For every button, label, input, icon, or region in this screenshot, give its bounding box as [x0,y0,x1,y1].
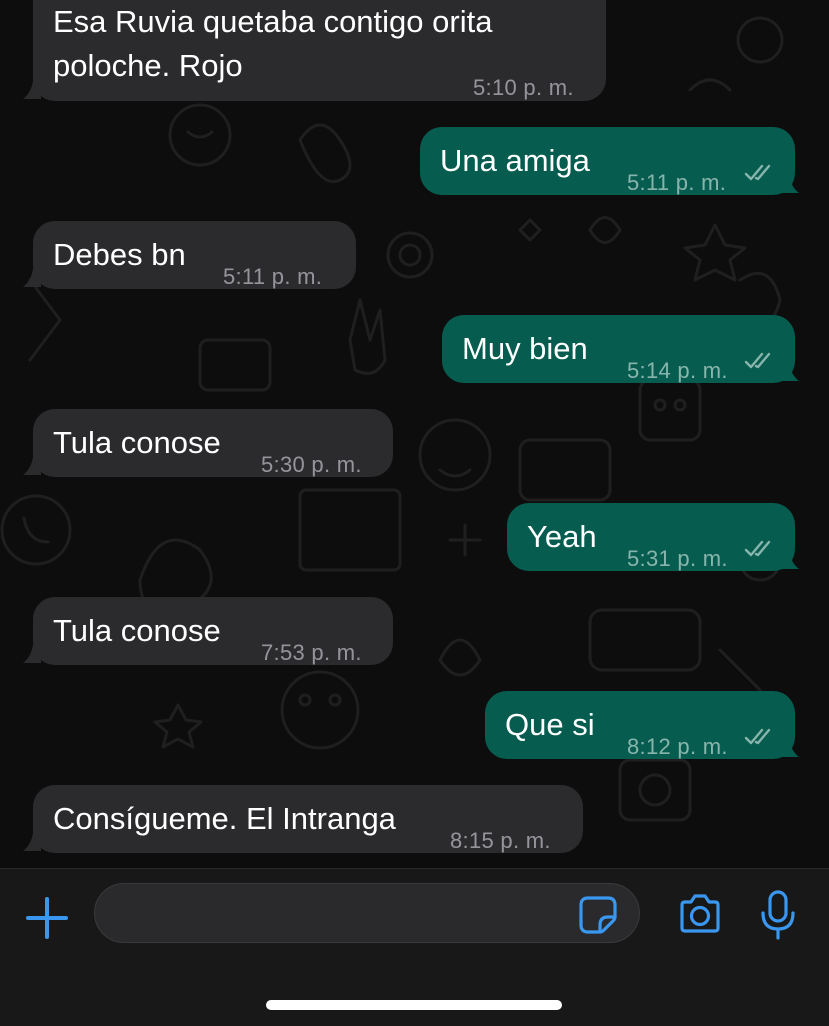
message-text: Tula conose [53,425,221,460]
chat-area[interactable]: Esa Ruvia quetaba contigo orita poloche.… [0,0,829,868]
read-receipt-icon [744,540,771,557]
message-incoming[interactable]: Tula conose 7:53 p. m. [23,597,393,665]
message-text: Tula conose [53,613,221,648]
message-incoming[interactable]: Consígueme. El Intranga 8:15 p. m. [23,785,583,853]
message-time: 7:53 p. m. [261,640,362,665]
message-text: Una amiga [440,143,590,178]
bubble-tail [781,739,799,757]
read-receipt-icon [744,164,771,181]
read-receipt-icon [744,352,771,369]
message-time: 8:15 p. m. [450,828,551,853]
message-text: Muy bien [462,331,588,366]
message-time: 8:12 p. m. [627,734,728,759]
message-outgoing[interactable]: Muy bien 5:14 p. m. [442,315,799,383]
bubble-tail [23,645,41,663]
sticker-icon[interactable] [578,895,618,935]
bubble-tail [23,457,41,475]
message-time: 5:11 p. m. [627,170,727,195]
bubble-tail [23,269,41,287]
message-text: Esa Ruvia quetaba contigo orita [53,4,493,39]
message-text: Que si [505,707,595,742]
plus-icon[interactable] [24,895,70,941]
message-time: 5:14 p. m. [627,358,728,383]
bubble-tail [23,833,41,851]
message-incoming[interactable]: Esa Ruvia quetaba contigo orita poloche.… [23,0,606,101]
read-receipt-icon [744,728,771,745]
bubble-tail [781,175,799,193]
camera-icon[interactable] [676,891,724,939]
message-time: 5:30 p. m. [261,452,362,477]
bubble-tail [781,551,799,569]
message-time: 5:10 p. m. [473,75,574,100]
bubble-tail [781,363,799,381]
message-input[interactable] [94,883,640,943]
message-time: 5:31 p. m. [627,546,728,571]
bubble-tail [23,81,41,99]
message-time: 5:11 p. m. [223,264,323,289]
message-text: Debes bn [53,237,186,272]
message-text: poloche. Rojo [53,48,243,83]
message-composer [0,868,829,1026]
message-outgoing[interactable]: Una amiga 5:11 p. m. [420,127,799,195]
message-text: Yeah [527,519,597,554]
message-incoming[interactable]: Debes bn 5:11 p. m. [23,221,356,289]
message-text: Consígueme. El Intranga [53,801,396,836]
message-outgoing[interactable]: Que si 8:12 p. m. [485,691,799,759]
message-outgoing[interactable]: Yeah 5:31 p. m. [507,503,799,571]
message-incoming[interactable]: Tula conose 5:30 p. m. [23,409,393,477]
microphone-icon[interactable] [758,889,798,941]
home-indicator [266,1000,562,1010]
